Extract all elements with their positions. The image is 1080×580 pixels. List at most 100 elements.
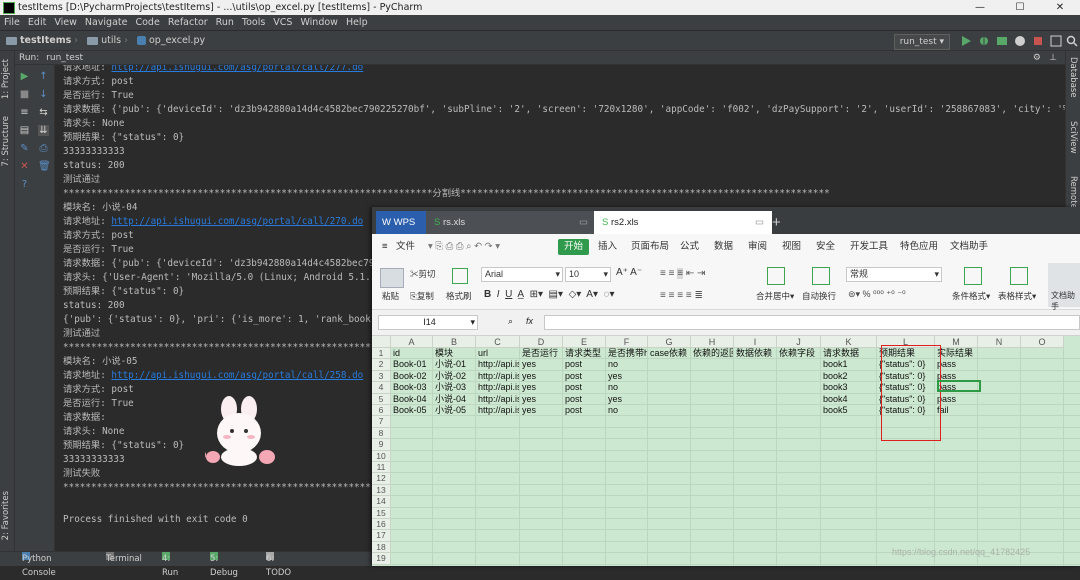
menu-review[interactable]: 审阅 — [748, 234, 767, 260]
row-header[interactable]: 14 — [372, 496, 391, 508]
conditional-format-icon[interactable] — [964, 267, 982, 285]
font-size-select[interactable]: 10 ▾ — [565, 267, 611, 282]
soft-wrap-icon[interactable]: ⇆ — [38, 107, 49, 118]
align-buttons-row2[interactable]: ≡ ≡ ≡ ≡ ≣ — [660, 290, 703, 301]
console-link[interactable]: http://api.ishugui.com/asg/portal/call/2… — [111, 216, 363, 227]
pin-icon[interactable]: ✎ — [19, 143, 30, 154]
font-grow-shrink-icon[interactable]: A⁺ A⁻ — [616, 267, 642, 278]
down-arrow-icon[interactable]: ↓ — [38, 89, 49, 100]
console-link[interactable]: http://api.ishugui.com/asg/portal/call/2… — [111, 65, 363, 73]
row-header[interactable]: 4 — [372, 382, 391, 394]
help-icon[interactable]: ? — [19, 179, 30, 190]
cut-button[interactable]: ✂剪切 — [410, 268, 436, 280]
copy-button[interactable]: ⎘复制 — [410, 290, 434, 302]
row-header[interactable]: 17 — [372, 530, 391, 542]
menu-help[interactable]: Help — [346, 17, 368, 28]
table-style-icon[interactable] — [1010, 267, 1028, 285]
doc-helper-button[interactable]: 文档助手 — [1048, 263, 1080, 311]
tab-project[interactable]: 1: Project — [1, 59, 11, 99]
close-tab-icon[interactable]: ▭ — [755, 211, 764, 234]
menu-data[interactable]: 数据 — [714, 234, 733, 260]
run-tab[interactable]: run_test — [46, 53, 83, 63]
quick-access-icons[interactable]: ▾ ⎘ ⎙ ⎙ ⌕ ↶ ↷ ▾ — [428, 234, 500, 260]
restore-layout-icon[interactable]: ≡ — [19, 107, 30, 118]
menu-file[interactable]: 文件 — [396, 234, 415, 260]
column-header-n[interactable]: N — [978, 336, 1021, 348]
wrap-icon[interactable] — [812, 267, 830, 285]
number-format-select[interactable]: 常规 ▾ — [846, 267, 942, 282]
format-painter-icon[interactable] — [452, 268, 468, 284]
column-header-o[interactable]: O — [1021, 336, 1064, 348]
column-header-e[interactable]: E — [563, 336, 606, 348]
column-header-d[interactable]: D — [520, 336, 563, 348]
console-link[interactable]: http://api.ishugui.com/asg/portal/call/2… — [111, 370, 363, 381]
structure-icon[interactable] — [1050, 35, 1062, 47]
debug-icon[interactable] — [978, 35, 990, 47]
layout-icon[interactable]: ▤ — [19, 125, 30, 136]
menu-code[interactable]: Code — [135, 17, 159, 28]
tab-favorites[interactable]: 2: Favorites — [1, 491, 11, 540]
format-painter-button[interactable]: 格式刷 — [446, 290, 472, 302]
tab-database[interactable]: Database — [1068, 57, 1078, 98]
column-header-a[interactable]: A — [391, 336, 433, 348]
close-window-button[interactable]: ✕ — [1040, 0, 1080, 15]
row-header[interactable]: 11 — [372, 462, 391, 474]
tab-rs2-xls[interactable]: S rs2.xls ▭ — [594, 211, 772, 234]
row-header[interactable]: 12 — [372, 473, 391, 485]
minimize-button[interactable]: — — [960, 0, 1000, 15]
name-box[interactable]: I14 ▾ — [378, 315, 478, 330]
tab-structure[interactable]: 7: Structure — [1, 116, 11, 167]
menu-security[interactable]: 安全 — [816, 234, 835, 260]
table-style-button[interactable]: 表格样式▾ — [998, 290, 1036, 302]
menu-refactor[interactable]: Refactor — [168, 17, 208, 28]
row-header[interactable]: 2 — [372, 359, 391, 371]
menu-vcs[interactable]: VCS — [273, 17, 292, 28]
menu-home[interactable]: 开始 — [558, 239, 590, 255]
wrap-text-button[interactable]: 自动换行 — [802, 290, 836, 302]
menu-file[interactable]: File — [4, 17, 20, 28]
run-icon[interactable] — [960, 35, 972, 47]
breadcrumb-project[interactable]: testItems — [6, 31, 71, 51]
stop-icon[interactable]: ■ — [19, 89, 30, 100]
row-header[interactable]: 10 — [372, 450, 391, 462]
row-header[interactable]: 19 — [372, 553, 391, 565]
row-header[interactable]: 8 — [372, 427, 391, 440]
row-header[interactable]: 9 — [372, 439, 391, 451]
paste-button[interactable]: 粘贴 — [382, 290, 399, 302]
row-header[interactable]: 3 — [372, 370, 391, 383]
menu-tools[interactable]: Tools — [242, 17, 265, 28]
print-icon[interactable]: ⎙ — [38, 143, 49, 154]
hamburger-icon[interactable]: ≡ — [382, 234, 388, 260]
paste-icon[interactable] — [380, 268, 404, 288]
column-header-h[interactable]: H — [691, 336, 734, 348]
menu-developer[interactable]: 开发工具 — [850, 234, 888, 260]
up-arrow-icon[interactable]: ↑ — [38, 71, 49, 82]
scroll-to-end-icon[interactable]: ⇊ — [38, 125, 49, 136]
select-all-corner[interactable] — [372, 336, 391, 348]
maximize-button[interactable]: ☐ — [1000, 0, 1040, 15]
menu-window[interactable]: Window — [300, 17, 337, 28]
menu-view[interactable]: 视图 — [782, 234, 801, 260]
column-header-k[interactable]: K — [821, 336, 877, 348]
column-header-f[interactable]: F — [606, 336, 648, 348]
number-format-buttons[interactable]: ⊜▾ % ⁰⁰⁰ ⁺⁰ ⁻⁰ — [848, 289, 906, 300]
close-tab-icon[interactable]: ▭ — [579, 211, 588, 234]
menu-view[interactable]: View — [54, 17, 77, 28]
align-buttons[interactable]: ≡ ≡ ≡ ⇤ ⇥ — [660, 268, 705, 279]
formula-input[interactable] — [544, 315, 1080, 330]
menu-doc-assistant[interactable]: 文档助手 — [950, 234, 988, 260]
column-header-b[interactable]: B — [433, 336, 476, 348]
tab-rs-xls[interactable]: S rs.xls ▭ — [426, 211, 596, 234]
merge-button[interactable]: 合并居中▾ — [756, 290, 794, 302]
trash-icon[interactable]: 🗑 — [38, 161, 51, 172]
run-config-select[interactable]: run_test ▾ — [893, 34, 950, 50]
column-header-m[interactable]: M — [935, 336, 978, 348]
coverage-icon[interactable] — [996, 35, 1008, 47]
breadcrumb-folder[interactable]: utils — [87, 31, 121, 51]
breadcrumb-file[interactable]: op_excel.py — [137, 31, 205, 51]
close-icon[interactable]: ✕ — [19, 161, 30, 172]
spreadsheet-grid[interactable]: ABCDEFGHIJKLMNO 1 2 3 4 5 6 7 8 9 10 11 12 13 14 15 16 1… — [372, 336, 1080, 566]
menu-navigate[interactable]: Navigate — [85, 17, 128, 28]
fx-label[interactable]: fx — [526, 316, 533, 326]
merge-icon[interactable] — [767, 267, 785, 285]
